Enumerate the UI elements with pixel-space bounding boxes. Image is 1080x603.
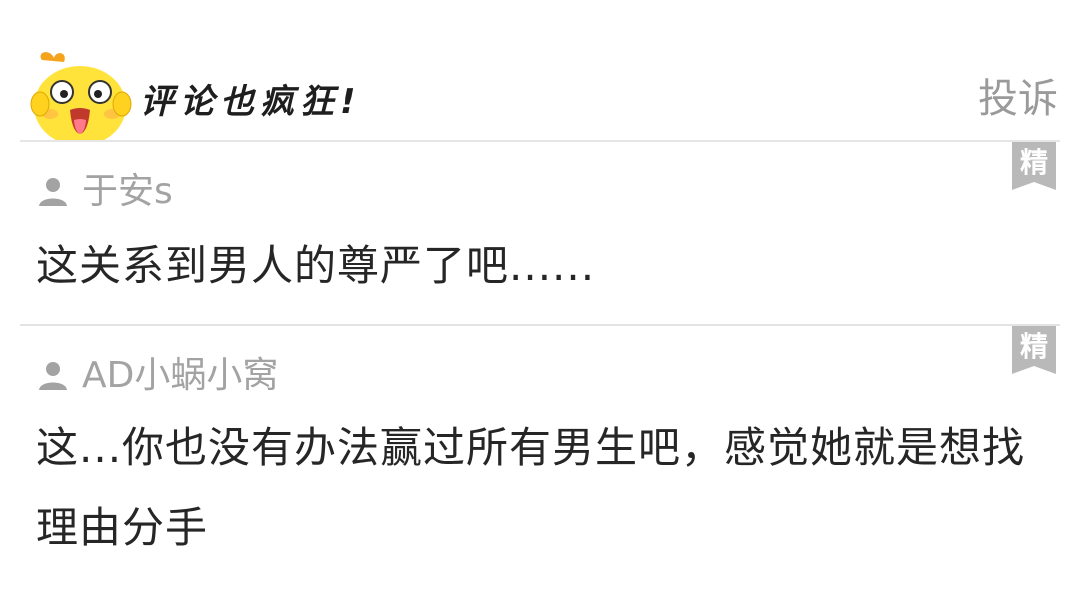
comments-page: 评论也疯狂! 投诉 精 于安s 这关系到男人的尊严了吧...... 精 AD小蜗… (0, 0, 1080, 603)
mascot-icon (28, 48, 132, 146)
badge-label: 精 (1019, 330, 1048, 363)
comment-author[interactable]: 于安s (36, 168, 173, 216)
page-title: 评论也疯狂! (140, 82, 362, 122)
comments-header: 评论也疯狂! 投诉 (0, 0, 1080, 146)
featured-badge: 精 (1012, 326, 1056, 374)
comment-item: 精 AD小蜗小窝 这...你也没有办法赢过所有男生吧，感觉她就是想找理由分手 (0, 326, 1080, 603)
username: AD小蜗小窝 (82, 355, 279, 396)
comment-author[interactable]: AD小蜗小窝 (36, 352, 278, 400)
comment-text: 这...你也没有办法赢过所有男生吧，感觉她就是想找理由分手 (36, 423, 1026, 552)
user-silhouette-icon (39, 362, 67, 390)
username: 于安s (82, 171, 173, 212)
comment-item: 精 于安s 这关系到男人的尊严了吧...... (0, 142, 1080, 326)
report-button[interactable]: 投诉 (978, 72, 1058, 126)
comment-text: 这关系到男人的尊严了吧...... (36, 241, 596, 290)
badge-label: 精 (1019, 146, 1048, 179)
featured-badge: 精 (1012, 142, 1056, 190)
user-silhouette-icon (39, 178, 67, 206)
